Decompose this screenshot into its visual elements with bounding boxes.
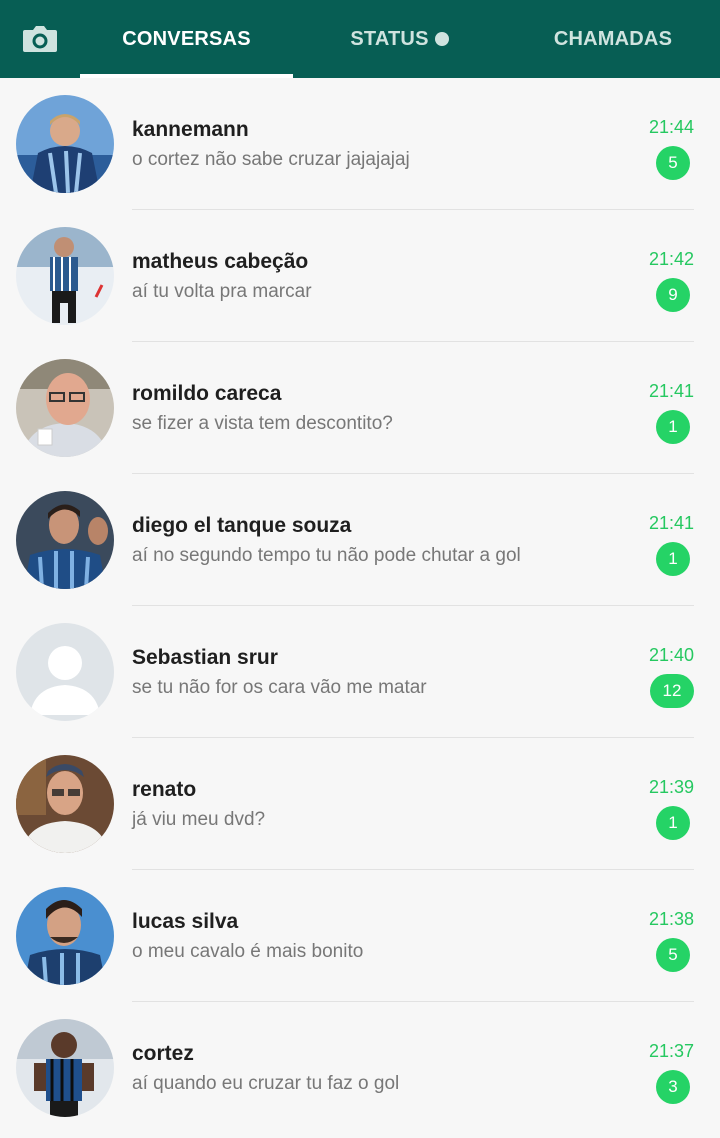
tab-status-label: STATUS xyxy=(350,27,429,50)
avatar[interactable] xyxy=(16,1019,114,1117)
chat-last-message: aí tu volta pra marcar xyxy=(132,281,312,302)
chat-name: matheus cabeção xyxy=(132,250,309,273)
chat-list: kannemann o cortez não sabe cruzar jajaj… xyxy=(0,78,720,1134)
man-with-glasses-photo xyxy=(16,359,114,457)
tab-chamadas-label: CHAMADAS xyxy=(553,27,673,50)
chat-time: 21:38 xyxy=(648,909,694,929)
tab-conversas[interactable]: CONVERSAS xyxy=(80,0,293,78)
player-photo-running xyxy=(16,227,114,325)
chat-row[interactable]: lucas silva o meu cavalo é mais bonito 2… xyxy=(0,870,720,1002)
default-person-placeholder xyxy=(16,623,114,721)
avatar[interactable] xyxy=(16,887,114,985)
chat-name: Sebastian srur xyxy=(132,646,278,669)
app-header: CONVERSAS STATUS CHAMADAS xyxy=(0,0,720,78)
tab-chamadas[interactable]: CHAMADAS xyxy=(506,0,720,78)
chat-name: cortez xyxy=(132,1042,194,1065)
chat-time: 21:42 xyxy=(648,249,694,269)
chat-name: romildo careca xyxy=(132,382,282,405)
chat-time: 21:37 xyxy=(648,1041,694,1061)
chat-last-message: aí no segundo tempo tu não pode chutar a… xyxy=(132,545,521,566)
player-photo-portrait xyxy=(16,887,114,985)
tab-status[interactable]: STATUS xyxy=(293,0,506,78)
chat-time: 21:41 xyxy=(648,513,694,533)
avatar[interactable] xyxy=(16,623,114,721)
player-photo-celebrating xyxy=(16,491,114,589)
chat-row[interactable]: Sebastian srur se tu não for os cara vão… xyxy=(0,606,720,738)
unread-badge: 1 xyxy=(656,542,690,576)
chat-last-message: o meu cavalo é mais bonito xyxy=(132,941,364,962)
chat-time: 21:44 xyxy=(648,117,694,137)
chat-last-message: se fizer a vista tem descontito? xyxy=(132,413,393,434)
camera-button[interactable] xyxy=(0,0,80,78)
chat-row[interactable]: cortez aí quando eu cruzar tu faz o gol … xyxy=(0,1002,720,1134)
chat-row[interactable]: kannemann o cortez não sabe cruzar jajaj… xyxy=(0,78,720,210)
camera-icon xyxy=(23,26,57,52)
unread-badge: 1 xyxy=(656,410,690,444)
chat-row[interactable]: renato já viu meu dvd? 21:39 1 xyxy=(0,738,720,870)
chat-last-message: aí quando eu cruzar tu faz o gol xyxy=(132,1073,400,1094)
chat-time: 21:39 xyxy=(648,777,694,797)
chat-name: diego el tanque souza xyxy=(132,514,352,537)
avatar[interactable] xyxy=(16,755,114,853)
chat-name: lucas silva xyxy=(132,910,239,933)
status-update-dot-icon xyxy=(434,32,449,46)
unread-badge: 3 xyxy=(656,1070,690,1104)
unread-badge: 12 xyxy=(650,674,694,708)
chat-time: 21:41 xyxy=(648,381,694,401)
chat-last-message: já viu meu dvd? xyxy=(132,809,266,830)
unread-badge: 9 xyxy=(656,278,690,312)
tab-conversas-label: CONVERSAS xyxy=(122,27,251,50)
chat-row[interactable]: matheus cabeção aí tu volta pra marcar 2… xyxy=(0,210,720,342)
player-photo-blue-jersey xyxy=(16,95,114,193)
chat-name: kannemann xyxy=(132,118,249,141)
avatar[interactable] xyxy=(16,227,114,325)
player-photo-dark-jersey xyxy=(16,1019,114,1117)
chat-row[interactable]: diego el tanque souza aí no segundo temp… xyxy=(0,474,720,606)
chat-row[interactable]: romildo careca se fizer a vista tem desc… xyxy=(0,342,720,474)
unread-badge: 5 xyxy=(656,146,690,180)
chat-last-message: se tu não for os cara vão me matar xyxy=(132,677,427,698)
unread-badge: 5 xyxy=(656,938,690,972)
chat-name: renato xyxy=(132,778,197,801)
chat-time: 21:40 xyxy=(648,645,694,665)
avatar[interactable] xyxy=(16,491,114,589)
unread-badge: 1 xyxy=(656,806,690,840)
chat-last-message: o cortez não sabe cruzar jajajajaj xyxy=(132,149,410,170)
avatar[interactable] xyxy=(16,359,114,457)
avatar[interactable] xyxy=(16,95,114,193)
man-white-shirt-photo xyxy=(16,755,114,853)
